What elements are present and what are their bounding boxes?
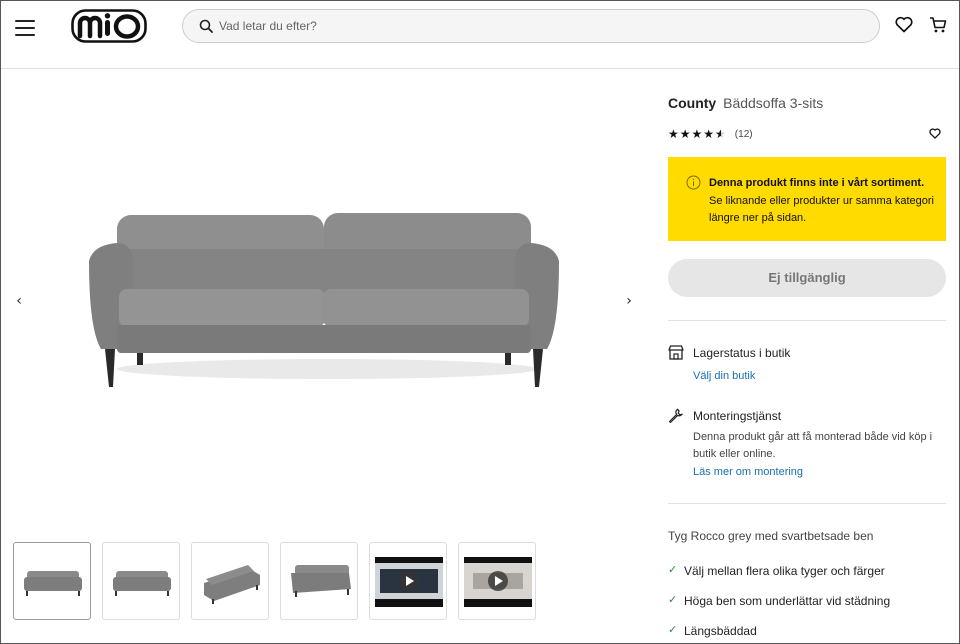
- mio-logo[interactable]: [71, 9, 147, 43]
- store-stock-title: Lagerstatus i butik: [693, 346, 791, 360]
- assembly-read-more-link[interactable]: Läs mer om montering: [693, 466, 803, 478]
- search-bar: [182, 9, 880, 43]
- notice-title: Denna produkt finns inte i vårt sortimen…: [709, 177, 925, 189]
- product-title: County Bäddsoffa 3-sits: [668, 95, 823, 111]
- next-image-arrow[interactable]: ›: [621, 293, 637, 309]
- feature-item: ✓ Höga ben som underlättar vid städning: [668, 593, 938, 609]
- product-image-sofa: [89, 213, 559, 387]
- thumbnail-4[interactable]: [280, 542, 358, 620]
- site-header: [1, 1, 959, 69]
- thumbnail-3[interactable]: [191, 542, 269, 620]
- search-input[interactable]: [219, 10, 859, 42]
- feature-text: Längsbäddad: [684, 624, 757, 638]
- thumbnail-1[interactable]: [13, 542, 91, 620]
- feature-item: ✓ Längsbäddad: [668, 623, 938, 639]
- info-icon: [686, 175, 701, 190]
- availability-notice: Denna produkt finns inte i vårt sortimen…: [668, 157, 946, 241]
- wishlist-heart-icon[interactable]: [929, 128, 941, 139]
- search-icon[interactable]: [199, 19, 213, 33]
- divider: [668, 503, 946, 504]
- menu-icon[interactable]: [15, 17, 35, 36]
- review-count: (12): [734, 128, 753, 140]
- thumbnail-2[interactable]: [102, 542, 180, 620]
- product-rating[interactable]: ★★★★★ (12): [668, 127, 753, 141]
- check-icon: ✓: [668, 593, 678, 606]
- store-stock-section: Lagerstatus i butik Välj din butik: [668, 345, 946, 391]
- divider: [668, 320, 946, 321]
- product-model: Bäddsoffa 3-sits: [723, 95, 824, 111]
- feature-item: ✓ Välj mellan flera olika tyger och färge…: [668, 563, 938, 579]
- fabric-description: Tyg Rocco grey med svartbetsade ben: [668, 529, 874, 543]
- feature-text: Välj mellan flera olika tyger och färger: [684, 564, 885, 578]
- assembly-title: Monteringstjänst: [693, 409, 782, 423]
- product-brand: County: [668, 95, 717, 111]
- heart-icon[interactable]: [895, 16, 913, 33]
- prev-image-arrow[interactable]: ‹: [11, 293, 27, 309]
- thumbnail-video-1[interactable]: [369, 542, 447, 620]
- cart-icon[interactable]: [929, 16, 947, 34]
- wrench-icon: [668, 408, 683, 423]
- check-icon: ✓: [668, 563, 678, 576]
- assembly-section: Monteringstjänst Denna produkt går att f…: [668, 408, 946, 482]
- store-icon: [668, 345, 684, 360]
- unavailable-button[interactable]: Ej tillgänglig: [668, 259, 946, 297]
- feature-text: Höga ben som underlättar vid städning: [684, 594, 891, 608]
- thumbnail-video-2[interactable]: [458, 542, 536, 620]
- choose-store-link[interactable]: Välj din butik: [693, 370, 755, 382]
- rating-stars: ★★★★★: [668, 127, 727, 141]
- check-icon: ✓: [668, 623, 678, 636]
- notice-body: Se liknande eller produkter ur samma kat…: [709, 195, 935, 224]
- assembly-body: Denna produkt går att få monterad både v…: [693, 431, 933, 460]
